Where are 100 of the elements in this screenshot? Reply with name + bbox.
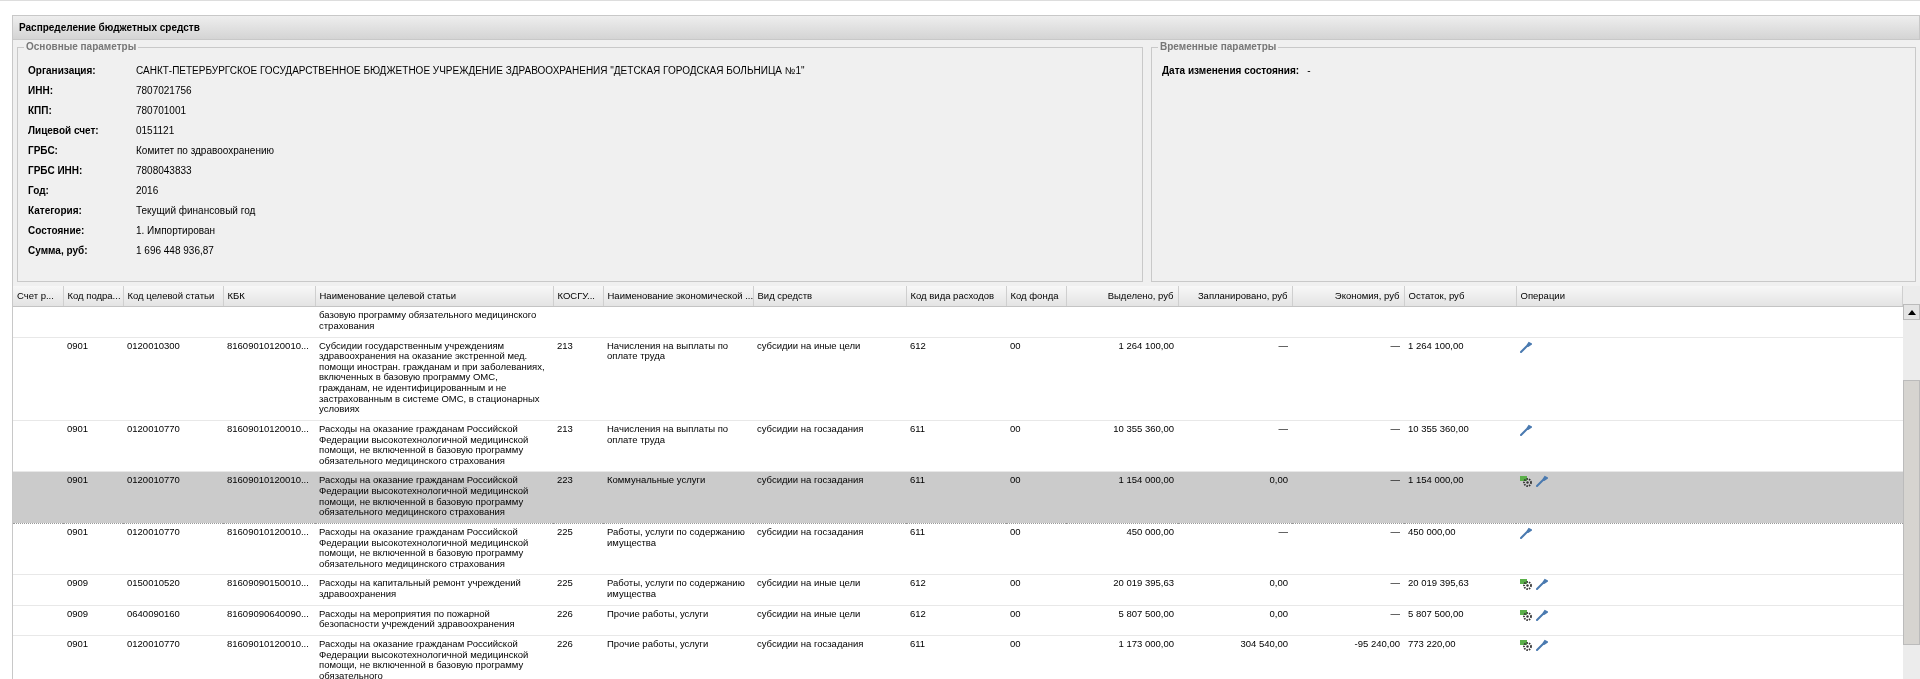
table-cell: 20 019 395,63 bbox=[1408, 577, 1469, 589]
table-row[interactable] bbox=[13, 471, 1903, 524]
table-cell: 1 154 000,00 bbox=[1118, 474, 1174, 486]
table-cell: -95 240,00 bbox=[1354, 637, 1400, 649]
table-cell: 0,00 bbox=[1269, 474, 1288, 486]
column-header[interactable]: Экономия, руб bbox=[1292, 286, 1404, 307]
table-cell: 611 bbox=[910, 525, 926, 537]
field-label: Лицевой счет: bbox=[28, 123, 100, 138]
table-cell: 0150010520 bbox=[127, 577, 180, 589]
field-value: Комитет по здравоохранению bbox=[136, 143, 274, 158]
panel-title: Распределение бюджетных средств bbox=[12, 15, 1920, 40]
field-label: Состояние: bbox=[28, 223, 86, 238]
table-cell: 00 bbox=[1010, 637, 1021, 649]
table-cell: 1 264 100,00 bbox=[1118, 339, 1174, 351]
scroll-up-icon[interactable] bbox=[1903, 304, 1920, 320]
wrench-icon[interactable] bbox=[1520, 526, 1532, 539]
table-cell: 81609090150010... bbox=[227, 577, 309, 589]
table-cell: 0640090160 bbox=[127, 607, 180, 619]
column-header[interactable]: Остаток, руб bbox=[1404, 286, 1516, 307]
wrench-icon[interactable] bbox=[1536, 638, 1548, 651]
table-cell: 10 355 360,00 bbox=[1113, 422, 1174, 434]
column-header[interactable]: Запланировано, руб bbox=[1178, 286, 1292, 307]
table-cell: 304 540,00 bbox=[1240, 637, 1288, 649]
field-label: Сумма, руб: bbox=[28, 243, 89, 258]
wrench-icon[interactable] bbox=[1536, 578, 1548, 591]
table-cell: 81609010120010... bbox=[227, 422, 309, 434]
group-legend: Основные параметры bbox=[24, 42, 139, 52]
gear-icon[interactable] bbox=[1520, 578, 1532, 591]
table-cell: субсидии на иные цели bbox=[757, 339, 861, 351]
table-cell: 0120010300 bbox=[127, 339, 180, 351]
column-header[interactable]: Код подра... bbox=[63, 286, 123, 307]
table-cell: Расходы на оказание гражданам Российской Федерации высокотехнологичной медицинской помощи, не включенной в базовую программу обязательного медицинского страхования bbox=[319, 525, 529, 569]
table-cell: Работы, услуги по содержанию имущества bbox=[607, 525, 745, 548]
field-value: - bbox=[1307, 63, 1311, 78]
table-cell: — bbox=[1390, 422, 1400, 434]
table-cell: 612 bbox=[910, 339, 926, 351]
table-cell: 10 355 360,00 bbox=[1408, 422, 1469, 434]
column-header[interactable]: Код фонда bbox=[1006, 286, 1066, 307]
table-cell: — bbox=[1390, 577, 1400, 589]
table-cell: 81609010120010... bbox=[227, 525, 309, 537]
gear-icon[interactable] bbox=[1520, 638, 1532, 651]
table-cell: 00 bbox=[1010, 607, 1021, 619]
wrench-icon[interactable] bbox=[1520, 340, 1532, 353]
table-cell: Расходы на оказание гражданам Российской Федерации высокотехнологичной медицинской помощи, не включенной в базовую программу обязательного медицинского страхования bbox=[319, 422, 529, 466]
table-cell: 00 bbox=[1010, 525, 1021, 537]
field-value: Текущий финансовый год bbox=[136, 203, 256, 218]
table-cell: 1 173 000,00 bbox=[1118, 637, 1174, 649]
table-cell: 611 bbox=[910, 422, 926, 434]
column-header[interactable]: КОСГУ... bbox=[553, 286, 603, 307]
table-cell: 00 bbox=[1010, 577, 1021, 589]
table-cell: 00 bbox=[1010, 339, 1021, 351]
field-label: Год: bbox=[28, 183, 50, 198]
wrench-icon[interactable] bbox=[1520, 423, 1532, 436]
table-cell: субсидии на госзадания bbox=[757, 422, 864, 434]
table-cell: Субсидии государственным учреждениям здравоохранения на оказание экстренной мед. помощи иностран. гражданам и при заболеваниях, включенных в базовую программу ОМС, гражданам, не идентифицированным и не застрахованным в системе ОМС, в стационарных условиях bbox=[319, 339, 545, 415]
table-cell: 81609010120010... bbox=[227, 474, 309, 486]
column-header[interactable]: Код вида расходов bbox=[906, 286, 1006, 307]
table-cell: 213 bbox=[557, 339, 573, 351]
table-row[interactable]: 0909 0640090160 81609090640090... Расходы на мероприятия по пожарной безопасности учреждений здравоохранения 226 Прочие работы, услуги субсидии на иные цели 612 00 5 807 500,00 0,00 — 5 807 500,00 bbox=[13, 605, 1903, 636]
table-cell: — bbox=[1390, 525, 1400, 537]
table-cell: 213 bbox=[557, 422, 573, 434]
table-cell: 0901 bbox=[67, 474, 89, 486]
gear-icon[interactable] bbox=[1520, 475, 1532, 488]
table-cell: — bbox=[1278, 422, 1288, 434]
table-cell: 00 bbox=[1010, 422, 1021, 434]
table-cell: 225 bbox=[557, 525, 573, 537]
table-cell: 611 bbox=[910, 474, 926, 486]
table-cell: 5 807 500,00 bbox=[1118, 607, 1174, 619]
table-cell: 225 bbox=[557, 577, 573, 589]
table-cell: 20 019 395,63 bbox=[1113, 577, 1174, 589]
table-cell: 612 bbox=[910, 607, 926, 619]
table-row[interactable]: 0909 0150010520 81609090150010... Расходы на капитальный ремонт учреждений здравоохранения 225 Работы, услуги по содержанию имущества субсидии на иные цели 612 00 20 019 395,63 0,00 — 20 019 395,63 bbox=[13, 574, 1903, 606]
gear-icon[interactable] bbox=[1520, 608, 1532, 621]
table-row[interactable]: базовую программу обязательного медицинского страхования bbox=[13, 306, 1903, 337]
vertical-scrollbar[interactable] bbox=[1903, 286, 1920, 679]
field-value: 7808043833 bbox=[136, 163, 192, 178]
table-cell: Начисления на выплаты по оплате труда bbox=[607, 339, 729, 362]
column-header[interactable]: Операции bbox=[1516, 286, 1903, 307]
table-cell: субсидии на иные цели bbox=[757, 577, 861, 589]
table-cell: 226 bbox=[557, 637, 573, 649]
column-header[interactable]: Счет р... bbox=[13, 286, 63, 307]
table-cell: — bbox=[1390, 607, 1400, 619]
table-cell: субсидии на госзадания bbox=[757, 637, 864, 649]
column-header[interactable]: Выделено, руб bbox=[1066, 286, 1178, 307]
column-header[interactable]: Наименование целевой статьи bbox=[315, 286, 553, 307]
field-label: Дата изменения состояния: bbox=[1162, 63, 1300, 78]
table-cell: 773 220,00 bbox=[1408, 637, 1456, 649]
column-header[interactable]: Наименование экономической ... bbox=[603, 286, 753, 307]
wrench-icon[interactable] bbox=[1536, 608, 1548, 621]
column-header[interactable]: Код целевой статьи bbox=[123, 286, 223, 307]
table-cell: Начисления на выплаты по оплате труда bbox=[607, 422, 729, 445]
table-cell: 5 807 500,00 bbox=[1408, 607, 1464, 619]
table-cell: Прочие работы, услуги bbox=[607, 637, 709, 649]
field-value: 1. Импортирован bbox=[136, 223, 216, 238]
column-header[interactable]: Вид средств bbox=[753, 286, 906, 307]
scroll-thumb[interactable] bbox=[1903, 380, 1920, 645]
field-value: 7807021756 bbox=[136, 83, 192, 98]
table-cell: 1 154 000,00 bbox=[1408, 474, 1464, 486]
table-cell: Коммунальные услуги bbox=[607, 474, 706, 486]
column-header[interactable]: КБК bbox=[223, 286, 315, 307]
